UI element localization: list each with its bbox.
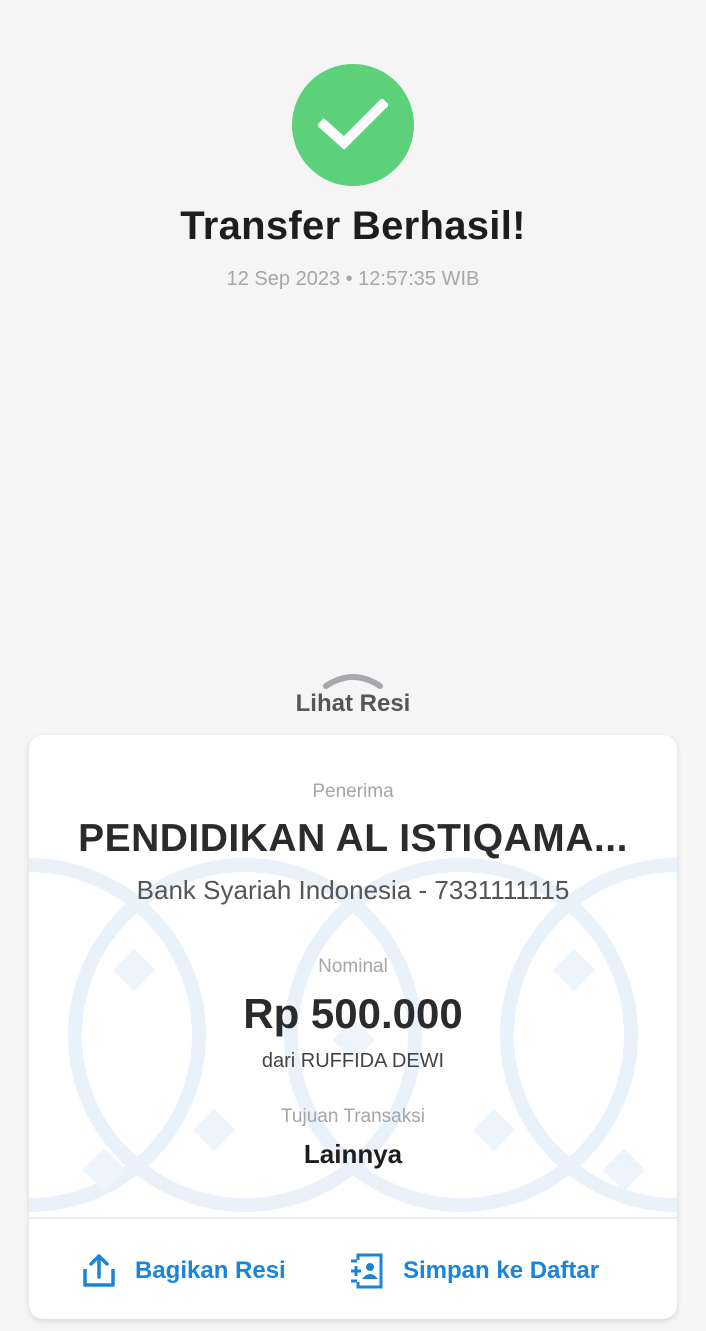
- transaction-purpose: Lainnya: [303, 1139, 403, 1169]
- share-icon: [83, 1254, 115, 1287]
- chevron-up-icon[interactable]: [322, 670, 384, 690]
- divider: [29, 1217, 677, 1219]
- sender-name: dari RUFFIDA DEWI: [261, 1050, 445, 1072]
- save-to-list-label: Simpan ke Daftar: [403, 1257, 600, 1284]
- share-receipt-label: Bagikan Resi: [135, 1257, 286, 1284]
- transaction-timestamp: 12 Sep 2023 • 12:57:35 WIB: [226, 268, 480, 290]
- view-receipt-toggle[interactable]: Lihat Resi: [0, 690, 706, 718]
- recipient-name: PENDIDIKAN AL ISTIQAMA...: [78, 817, 628, 860]
- save-to-list-button[interactable]: Simpan ke Daftar: [349, 1251, 599, 1291]
- purpose-label: Tujuan Transaksi: [281, 1106, 425, 1127]
- amount-label: Nominal: [318, 956, 388, 977]
- transfer-amount: Rp 500.000: [243, 990, 463, 1037]
- contact-add-icon: [351, 1253, 383, 1289]
- share-receipt-button[interactable]: Bagikan Resi: [81, 1251, 286, 1291]
- receipt-card: Penerima PENDIDIKAN AL ISTIQAMA... Bank …: [29, 735, 677, 1319]
- page-title: Transfer Berhasil!: [180, 204, 526, 248]
- recipient-label: Penerima: [312, 781, 394, 802]
- recipient-bank-account: Bank Syariah Indonesia - 7331111115: [136, 875, 570, 905]
- check-circle-icon: [292, 64, 414, 186]
